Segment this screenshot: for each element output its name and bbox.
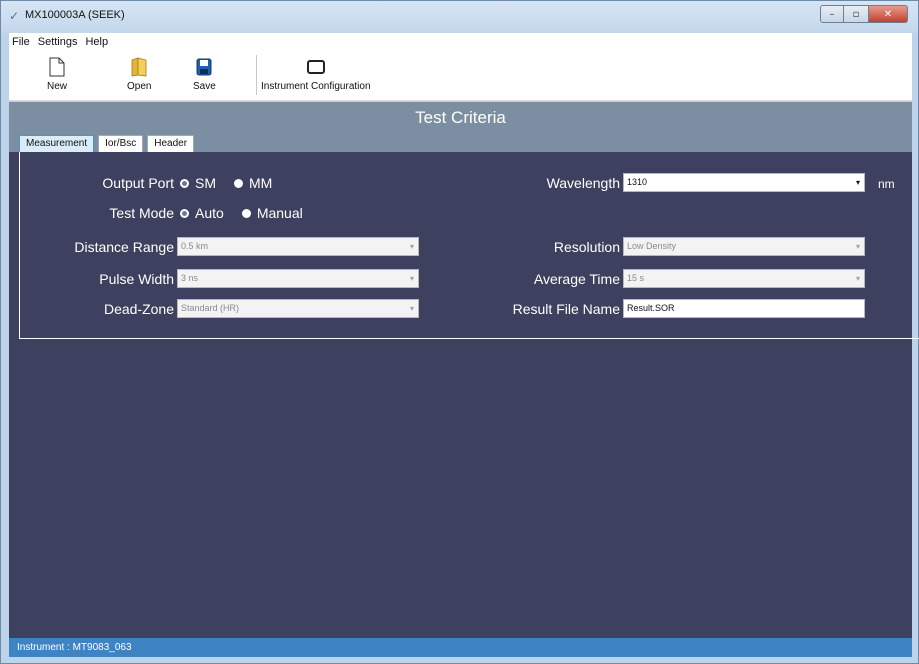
- dropdown-arrow-icon: ▾: [855, 242, 860, 251]
- output-port-label: Output Port: [102, 175, 174, 191]
- instrument-status-text: Instrument : MT9083_063: [17, 642, 132, 653]
- instrument-configuration-button[interactable]: Instrument Configuration: [261, 53, 371, 97]
- result-file-name-label: Result File Name: [512, 301, 620, 317]
- dropdown-arrow-icon: ▾: [855, 274, 860, 283]
- output-port-radio-group: SM MM: [180, 175, 290, 191]
- dropdown-arrow-icon: ▾: [409, 274, 414, 283]
- save-label: Save: [193, 81, 216, 92]
- maximize-icon: ▫: [852, 8, 860, 20]
- menu-help[interactable]: Help: [82, 36, 113, 48]
- instrument-icon: [306, 53, 325, 81]
- average-time-value: 15 s: [627, 273, 645, 283]
- output-port-sm-radio[interactable]: SM: [180, 175, 216, 191]
- instrument-configuration-label: Instrument Configuration: [261, 81, 371, 92]
- pulse-width-label: Pulse Width: [99, 271, 174, 287]
- wavelength-select[interactable]: 1310 ▾: [623, 173, 865, 192]
- output-port-mm-radio[interactable]: MM: [234, 175, 272, 191]
- test-mode-manual-label: Manual: [256, 205, 303, 221]
- app-window: ✓ MX100003A (SEEK) – ▫ ✕ File Settings H…: [0, 0, 919, 664]
- open-label: Open: [127, 81, 152, 92]
- status-bar: Instrument : MT9083_063: [9, 638, 912, 657]
- new-file-icon: [49, 53, 65, 81]
- close-button[interactable]: ✕: [868, 5, 908, 23]
- window-controls: – ▫ ✕: [820, 5, 908, 23]
- test-mode-auto-radio[interactable]: Auto: [180, 205, 224, 221]
- toolbar: New Open Save Instrument Configuration: [9, 51, 912, 101]
- result-file-name-input[interactable]: Result.SOR: [623, 299, 865, 318]
- window-title: MX100003A (SEEK): [25, 9, 125, 21]
- average-time-select[interactable]: 15 s ▾: [623, 269, 865, 288]
- minimize-icon: –: [829, 8, 835, 20]
- dropdown-arrow-icon: ▾: [409, 304, 414, 313]
- distance-range-select[interactable]: 0.5 km ▾: [177, 237, 419, 256]
- dead-zone-label: Dead-Zone: [103, 301, 174, 317]
- dropdown-arrow-icon: ▾: [409, 242, 414, 251]
- radio-checked-icon: [180, 208, 189, 218]
- resolution-select[interactable]: Low Density ▾: [623, 237, 865, 256]
- dead-zone-select[interactable]: Standard (HR) ▾: [177, 299, 419, 318]
- toolbar-separator: [256, 55, 257, 95]
- resolution-value: Low Density: [627, 241, 677, 251]
- distance-range-value: 0.5 km: [181, 241, 209, 251]
- radio-unchecked-icon: [234, 178, 243, 188]
- average-time-label: Average Time: [533, 271, 620, 287]
- pulse-width-value: 3 ns: [181, 273, 199, 283]
- radio-unchecked-icon: [241, 208, 251, 218]
- result-file-name-value: Result.SOR: [627, 303, 675, 313]
- main-content: Output Port SM MM Test Mode Auto Manual …: [9, 152, 919, 638]
- test-mode-radio-group: Auto Manual: [180, 205, 321, 221]
- wavelength-unit: nm: [878, 177, 895, 191]
- open-button[interactable]: Open: [127, 53, 151, 97]
- test-mode-auto-label: Auto: [195, 205, 224, 221]
- tab-measurement[interactable]: Measurement: [19, 135, 95, 152]
- test-mode-manual-radio[interactable]: Manual: [241, 205, 303, 221]
- menu-settings[interactable]: Settings: [35, 36, 83, 48]
- test-criteria-header: Test Criteria Measurement Ior/Bsc Header: [9, 102, 912, 152]
- distance-range-label: Distance Range: [74, 239, 174, 255]
- folder-icon: [130, 53, 148, 81]
- wavelength-label: Wavelength: [546, 175, 620, 191]
- close-icon: ✕: [883, 8, 893, 20]
- title-bar[interactable]: ✓ MX100003A (SEEK) – ▫ ✕: [1, 1, 918, 33]
- tab-header[interactable]: Header: [147, 135, 195, 152]
- tab-ior-bsc[interactable]: Ior/Bsc: [98, 135, 144, 152]
- maximize-button[interactable]: ▫: [844, 5, 868, 23]
- radio-checked-icon: [180, 178, 189, 188]
- measurement-form: Output Port SM MM Test Mode Auto Manual …: [19, 152, 919, 339]
- output-port-mm-label: MM: [249, 175, 273, 191]
- pulse-width-select[interactable]: 3 ns ▾: [177, 269, 419, 288]
- tab-bar: Measurement Ior/Bsc Header: [19, 135, 198, 152]
- save-disk-icon: [196, 53, 212, 81]
- save-button[interactable]: Save: [193, 53, 216, 97]
- new-button[interactable]: New: [47, 53, 67, 97]
- menu-bar: File Settings Help: [9, 33, 912, 51]
- resolution-label: Resolution: [553, 239, 620, 255]
- minimize-button[interactable]: –: [820, 5, 844, 23]
- new-label: New: [47, 81, 68, 92]
- output-port-sm-label: SM: [195, 175, 216, 191]
- wavelength-value: 1310: [627, 177, 648, 187]
- test-mode-label: Test Mode: [109, 205, 174, 221]
- dropdown-arrow-icon: ▾: [855, 178, 860, 187]
- app-icon: ✓: [9, 9, 20, 23]
- menu-file[interactable]: File: [9, 36, 35, 48]
- section-title: Test Criteria: [415, 108, 506, 127]
- dead-zone-value: Standard (HR): [181, 303, 240, 313]
